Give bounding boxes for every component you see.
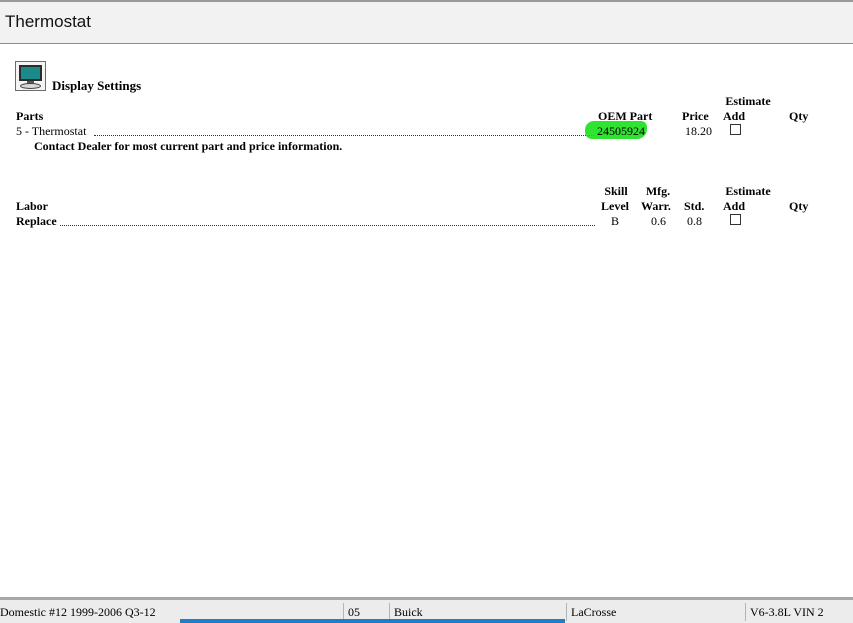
part-leader-dots	[94, 135, 594, 136]
skill-header: Skill	[604, 184, 628, 198]
status-model: LaCrosse	[566, 603, 745, 621]
std-header: Std.	[684, 199, 705, 213]
labor-estimate-add-checkbox[interactable]	[730, 214, 741, 225]
labor-header: Labor	[16, 199, 49, 213]
std-value: 0.8	[687, 214, 702, 228]
parts-header: Parts	[16, 109, 44, 123]
qty-header: Qty	[789, 109, 809, 123]
add-header: Add	[723, 109, 746, 123]
oem-part-number[interactable]: 24505924	[597, 124, 645, 138]
display-settings-link[interactable]: Display Settings	[52, 78, 141, 94]
price-header: Price	[682, 109, 709, 123]
part-estimate-add-checkbox[interactable]	[730, 124, 741, 135]
labor-estimate-header: Estimate	[725, 184, 771, 198]
status-engine: V6-3.8L VIN 2	[745, 603, 853, 621]
mfg-warr-value: 0.6	[651, 214, 666, 228]
part-name: 5 - Thermostat	[16, 124, 87, 138]
labor-qty-header: Qty	[789, 199, 809, 213]
mfg-header: Mfg.	[645, 184, 671, 198]
title-bar: Thermostat	[0, 0, 853, 44]
labor-add-header: Add	[723, 199, 746, 213]
labor-leader-dots	[60, 225, 595, 226]
monitor-icon[interactable]	[15, 61, 46, 91]
estimate-header: Estimate	[725, 94, 771, 108]
contact-dealer-note: Contact Dealer for most current part and…	[34, 139, 343, 153]
part-price: 18.20	[685, 124, 712, 138]
background-window-strip	[180, 619, 565, 623]
level-header: Level	[601, 199, 629, 213]
warr-header: Warr.	[641, 199, 671, 213]
labor-operation: Replace	[16, 214, 57, 228]
skill-level-value: B	[610, 214, 619, 228]
window-title: Thermostat	[5, 12, 91, 31]
